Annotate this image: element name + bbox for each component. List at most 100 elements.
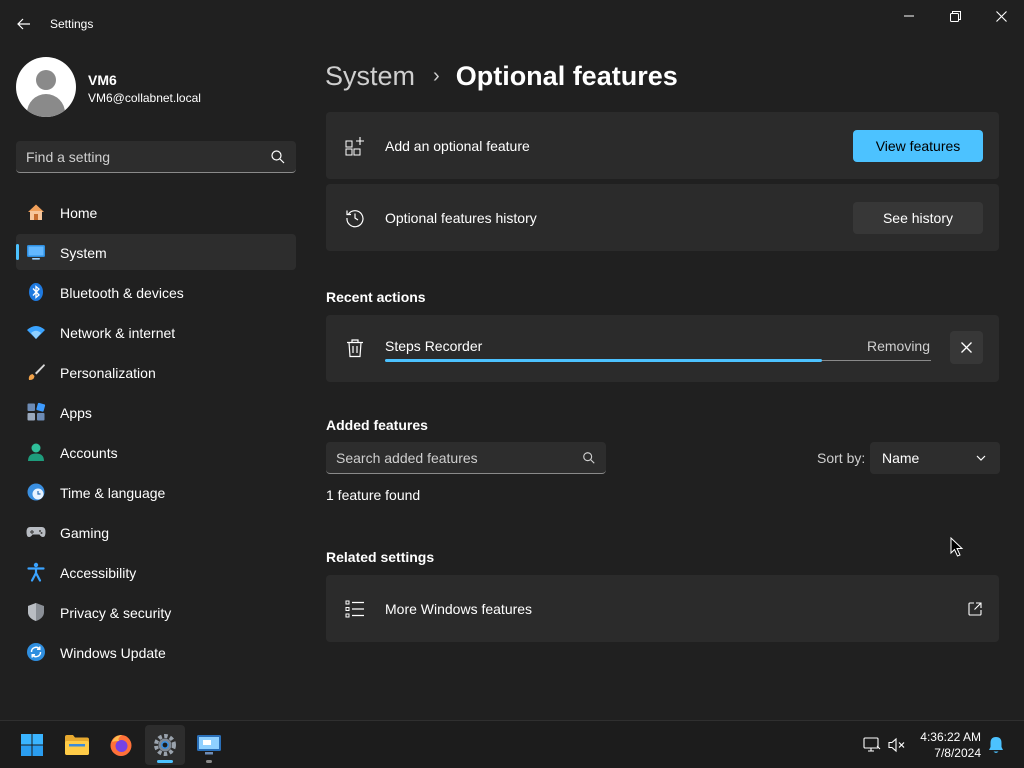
active-app-indicator	[157, 760, 173, 763]
page-title: Optional features	[455, 60, 678, 91]
sidebar-item-accounts[interactable]: Accounts	[16, 434, 296, 470]
added-features-heading: Added features	[326, 417, 428, 433]
remote-desktop-button[interactable]	[189, 725, 229, 765]
file-explorer-button[interactable]	[57, 725, 97, 765]
sort-by-dropdown[interactable]: Name	[870, 442, 1000, 474]
find-setting-box[interactable]	[16, 141, 296, 173]
close-button[interactable]	[978, 0, 1024, 32]
sidebar-item-privacy-security[interactable]: Privacy & security	[16, 594, 296, 630]
arrow-left-icon	[17, 18, 30, 30]
search-added-features-box[interactable]	[326, 442, 606, 474]
sidebar-item-system[interactable]: System	[16, 234, 296, 270]
sidebar-item-bluetooth-devices[interactable]: Bluetooth & devices	[16, 274, 296, 310]
sidebar-item-label: Windows Update	[60, 645, 166, 661]
maximize-icon	[949, 10, 961, 22]
user-email: VM6@collabnet.local	[88, 91, 201, 105]
sidebar-item-label: Time & language	[60, 485, 166, 501]
search-icon[interactable]	[582, 451, 596, 465]
recent-actions-heading: Recent actions	[326, 289, 426, 305]
avatar-head	[36, 70, 56, 90]
sidebar-item-windows-update[interactable]: Windows Update	[16, 634, 296, 670]
running-app-indicator	[206, 760, 212, 763]
see-history-button[interactable]: See history	[853, 202, 983, 234]
sidebar-item-label: Network & internet	[60, 325, 176, 341]
sort-by-value: Name	[882, 450, 920, 466]
avatar[interactable]	[16, 57, 76, 117]
breadcrumb-parent-link[interactable]: System	[325, 61, 415, 92]
add-optional-feature-card: Add an optional feature View features	[326, 112, 999, 179]
settings-gear-icon	[154, 734, 176, 756]
sidebar-item-label: Home	[60, 205, 98, 221]
sidebar-item-home[interactable]: Home	[16, 194, 296, 230]
start-button[interactable]	[12, 725, 52, 765]
sort-by-label: Sort by:	[817, 450, 866, 466]
user-name: VM6	[88, 72, 117, 88]
avatar-body	[27, 94, 65, 117]
optional-features-history-label: Optional features history	[385, 210, 537, 226]
sidebar-item-network-internet[interactable]: Network & internet	[16, 314, 296, 350]
gamepad-icon	[26, 522, 46, 542]
cancel-action-button[interactable]	[950, 331, 983, 364]
firefox-button[interactable]	[101, 725, 141, 765]
maximize-button[interactable]	[932, 0, 978, 32]
clock-date[interactable]: 7/8/2024	[900, 746, 981, 760]
breadcrumb-separator: ›	[433, 64, 440, 87]
more-windows-features-card[interactable]: More Windows features	[326, 575, 999, 642]
clock-globe-icon	[26, 482, 46, 502]
open-external-icon[interactable]	[968, 602, 982, 616]
title-bar: Settings	[0, 0, 1024, 48]
list-icon	[344, 598, 366, 620]
sidebar-item-apps[interactable]: Apps	[16, 394, 296, 430]
sidebar-item-gaming[interactable]: Gaming	[16, 514, 296, 550]
sidebar-nav: Home System Bluetooth & devices Network …	[16, 194, 296, 674]
sidebar-item-time-language[interactable]: Time & language	[16, 474, 296, 510]
recent-action-label: Steps Recorder	[385, 338, 483, 354]
taskbar: 4:36:22 AM 7/8/2024	[0, 720, 1024, 768]
shield-icon	[26, 602, 46, 622]
network-tray-button[interactable]	[862, 735, 882, 755]
back-button[interactable]	[12, 10, 36, 38]
related-settings-heading: Related settings	[326, 549, 435, 565]
search-added-features-input[interactable]	[336, 448, 576, 468]
trash-icon	[344, 337, 366, 359]
sidebar-item-label: Accessibility	[60, 565, 137, 581]
start-icon	[21, 734, 43, 756]
minimize-icon	[904, 15, 914, 17]
view-features-button[interactable]: View features	[853, 130, 983, 162]
sidebar-item-label: System	[60, 245, 107, 261]
remote-desktop-icon	[197, 735, 221, 755]
network-icon	[863, 737, 881, 752]
sidebar-item-label: Personalization	[60, 365, 156, 381]
home-icon	[26, 202, 46, 222]
features-found-count: 1 feature found	[326, 487, 421, 503]
app-title: Settings	[50, 17, 94, 31]
progress-bar-fill	[385, 359, 822, 362]
notification-bell-icon	[989, 737, 1003, 753]
file-explorer-icon	[65, 735, 89, 755]
search-icon[interactable]	[270, 149, 286, 165]
close-icon	[995, 10, 1007, 22]
add-optional-feature-label: Add an optional feature	[385, 138, 530, 154]
system-monitor-icon	[26, 242, 46, 262]
sidebar-item-label: Apps	[60, 405, 92, 421]
notification-button[interactable]	[986, 735, 1006, 755]
find-setting-input[interactable]	[26, 147, 266, 167]
sidebar-item-label: Accounts	[60, 445, 118, 461]
sidebar-item-accessibility[interactable]: Accessibility	[16, 554, 296, 590]
wifi-icon	[26, 322, 46, 342]
firefox-icon	[110, 735, 132, 756]
update-icon	[26, 642, 46, 662]
breadcrumb: System › Optional features	[325, 58, 678, 94]
sidebar-item-personalization[interactable]: Personalization	[16, 354, 296, 390]
clock-time[interactable]: 4:36:22 AM	[900, 730, 981, 744]
close-icon	[961, 342, 972, 353]
settings-taskbar-button[interactable]	[145, 725, 185, 765]
more-windows-features-label: More Windows features	[385, 601, 533, 617]
history-icon	[344, 207, 366, 229]
paintbrush-icon	[26, 362, 46, 382]
mouse-cursor-icon	[950, 537, 964, 557]
bluetooth-icon	[26, 282, 46, 302]
sidebar-item-label: Privacy & security	[60, 605, 172, 621]
minimize-button[interactable]	[886, 0, 932, 32]
recent-action-status: Removing	[866, 338, 930, 354]
